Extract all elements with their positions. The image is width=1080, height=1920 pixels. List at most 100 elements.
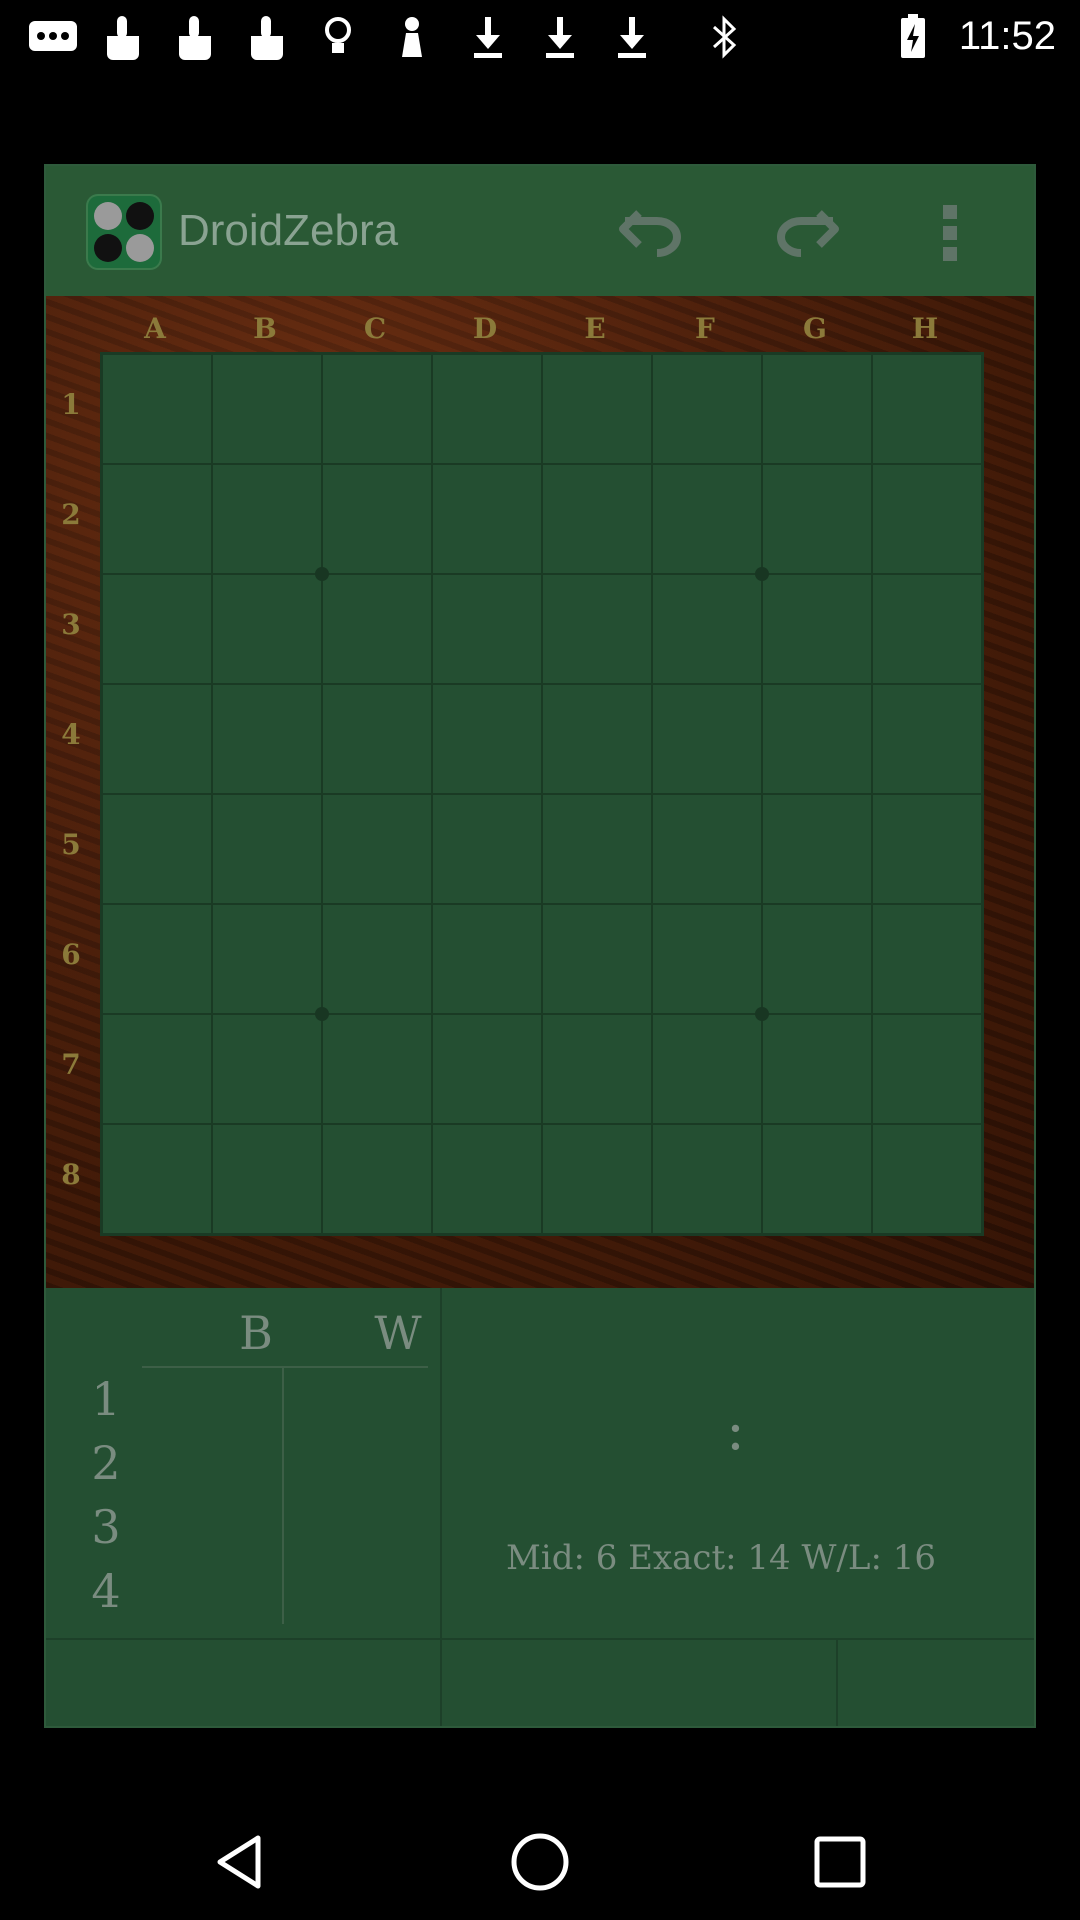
board-cell-h1[interactable]	[872, 354, 982, 464]
download-icon	[610, 14, 654, 60]
board-cell-b5[interactable]	[212, 794, 322, 904]
column-label: D	[472, 312, 498, 345]
othello-board[interactable]	[100, 352, 984, 1236]
board-cell-e2[interactable]	[542, 464, 652, 574]
board-cell-h3[interactable]	[872, 574, 982, 684]
board-cell-c3[interactable]	[322, 574, 432, 684]
app-window: DroidZebra ABCDEFGH 12345678 B W 1 2 3 4…	[44, 164, 1036, 1728]
undo-button[interactable]	[612, 198, 692, 268]
board-cell-g4[interactable]	[762, 684, 872, 794]
board-cell-d3[interactable]	[432, 574, 542, 684]
board-cell-e8[interactable]	[542, 1124, 652, 1234]
board-cell-h5[interactable]	[872, 794, 982, 904]
board-cell-d7[interactable]	[432, 1014, 542, 1124]
board-cell-d8[interactable]	[432, 1124, 542, 1234]
board-cell-b1[interactable]	[212, 354, 322, 464]
board-cell-h2[interactable]	[872, 464, 982, 574]
column-label: H	[911, 312, 939, 345]
board-cell-f8[interactable]	[652, 1124, 762, 1234]
board-cell-h6[interactable]	[872, 904, 982, 1014]
board-cell-b3[interactable]	[212, 574, 322, 684]
board-frame: A B C D E F G H 1 2 3 4 5 6 7 8	[46, 296, 1034, 1288]
overflow-menu-button[interactable]	[920, 198, 980, 268]
score-separator: :	[726, 1398, 745, 1463]
download-icon	[466, 14, 510, 60]
board-cell-d1[interactable]	[432, 354, 542, 464]
board-cell-e4[interactable]	[542, 684, 652, 794]
board-cell-d2[interactable]	[432, 464, 542, 574]
board-star-point	[315, 1007, 329, 1021]
movelist-column-divider	[282, 1368, 284, 1624]
board-cell-f4[interactable]	[652, 684, 762, 794]
board-cell-b8[interactable]	[212, 1124, 322, 1234]
board-cell-a5[interactable]	[102, 794, 212, 904]
row-label: 1	[61, 388, 81, 421]
board-cell-b7[interactable]	[212, 1014, 322, 1124]
redo-icon	[777, 210, 839, 257]
overflow-menu-icon	[943, 205, 957, 261]
board-cell-e1[interactable]	[542, 354, 652, 464]
move-number: 3	[91, 1500, 121, 1554]
board-cell-a4[interactable]	[102, 684, 212, 794]
board-cell-f6[interactable]	[652, 904, 762, 1014]
board-cell-g5[interactable]	[762, 794, 872, 904]
board-cell-a6[interactable]	[102, 904, 212, 1014]
touch-icon	[242, 14, 292, 60]
board-cell-a7[interactable]	[102, 1014, 212, 1124]
board-cell-g6[interactable]	[762, 904, 872, 1014]
board-cell-h4[interactable]	[872, 684, 982, 794]
board-cell-c5[interactable]	[322, 794, 432, 904]
recents-button[interactable]	[800, 1822, 880, 1902]
board-cell-c1[interactable]	[322, 354, 432, 464]
board-cell-c8[interactable]	[322, 1124, 432, 1234]
app-logo-icon	[86, 194, 162, 270]
board-cell-g8[interactable]	[762, 1124, 872, 1234]
board-cell-c2[interactable]	[322, 464, 432, 574]
board-cell-c7[interactable]	[322, 1014, 432, 1124]
board-cell-g3[interactable]	[762, 574, 872, 684]
black-column-header: B	[239, 1306, 273, 1360]
board-cell-d6[interactable]	[432, 904, 542, 1014]
board-cell-d5[interactable]	[432, 794, 542, 904]
board-cell-e5[interactable]	[542, 794, 652, 904]
panel-divider	[836, 1638, 838, 1726]
column-label: A	[144, 312, 166, 345]
board-cell-e7[interactable]	[542, 1014, 652, 1124]
status-bar: 11:52	[0, 0, 1080, 75]
board-cell-d4[interactable]	[432, 684, 542, 794]
board-cell-a8[interactable]	[102, 1124, 212, 1234]
board-cell-a3[interactable]	[102, 574, 212, 684]
board-cell-e3[interactable]	[542, 574, 652, 684]
back-button[interactable]	[200, 1822, 280, 1902]
column-label: F	[695, 312, 715, 345]
board-cell-f2[interactable]	[652, 464, 762, 574]
home-icon	[511, 1833, 569, 1891]
back-icon	[217, 1835, 261, 1889]
board-cell-g7[interactable]	[762, 1014, 872, 1124]
column-label: E	[584, 312, 606, 345]
board-cell-a1[interactable]	[102, 354, 212, 464]
board-cell-f7[interactable]	[652, 1014, 762, 1124]
home-button[interactable]	[500, 1822, 580, 1902]
board-cell-h8[interactable]	[872, 1124, 982, 1234]
board-cell-c6[interactable]	[322, 904, 432, 1014]
board-cell-f3[interactable]	[652, 574, 762, 684]
info-panel: B W 1 2 3 4 : Mid: 6 Exact: 14 W/L: 16	[46, 1288, 1034, 1726]
board-cell-b6[interactable]	[212, 904, 322, 1014]
board-cell-a2[interactable]	[102, 464, 212, 574]
board-cell-f1[interactable]	[652, 354, 762, 464]
board-cell-b2[interactable]	[212, 464, 322, 574]
touch-icon	[170, 14, 220, 60]
board-cell-c4[interactable]	[322, 684, 432, 794]
row-label: 5	[61, 828, 81, 861]
board-cell-b4[interactable]	[212, 684, 322, 794]
move-number: 4	[91, 1564, 121, 1618]
board-cell-e6[interactable]	[542, 904, 652, 1014]
redo-button[interactable]	[766, 198, 846, 268]
board-cell-g2[interactable]	[762, 464, 872, 574]
board-cell-h7[interactable]	[872, 1014, 982, 1124]
lightbulb-icon	[318, 14, 358, 60]
board-cell-f5[interactable]	[652, 794, 762, 904]
board-cell-g1[interactable]	[762, 354, 872, 464]
column-label: C	[363, 312, 387, 345]
